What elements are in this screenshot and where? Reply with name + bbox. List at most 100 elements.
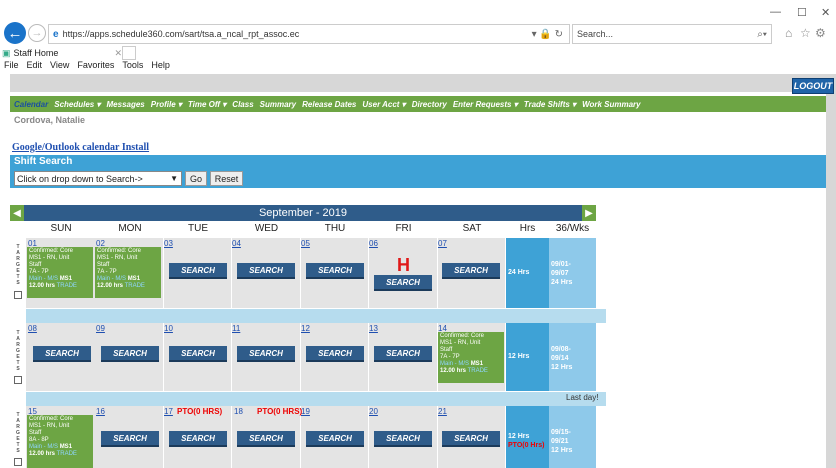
minimize-icon[interactable]: —	[770, 6, 781, 18]
date-link[interactable]: 06	[369, 239, 378, 248]
date-link[interactable]: 17	[164, 407, 173, 416]
back-icon[interactable]: ←	[4, 22, 26, 44]
tab-close-icon[interactable]: ✕	[114, 48, 122, 59]
shift-location-link[interactable]: Main - M/S	[29, 276, 58, 282]
date-link[interactable]: 10	[164, 324, 173, 333]
date-link[interactable]: 12	[301, 324, 310, 333]
date-link[interactable]: 13	[369, 324, 378, 333]
shift-search-select[interactable]: Click on drop down to Search-> ▼	[14, 171, 182, 186]
trade-link[interactable]: TRADE	[57, 283, 77, 289]
shift-card[interactable]: Confirmed: Core MS1 - RN, Unit Staff 8A …	[27, 415, 93, 468]
close-window-icon[interactable]: ✕	[821, 6, 830, 19]
week-checkbox[interactable]	[14, 458, 22, 466]
week-checkbox[interactable]	[14, 291, 22, 299]
nav-summary[interactable]: Summary	[260, 100, 296, 109]
new-tab-button[interactable]	[122, 46, 136, 60]
search-day-button[interactable]: SEARCH	[442, 263, 500, 279]
week-checkbox[interactable]	[14, 376, 22, 384]
date-link[interactable]: 09	[96, 324, 105, 333]
date-link[interactable]: 05	[301, 239, 310, 248]
nav-user-acct[interactable]: User Acct ▾	[362, 100, 405, 109]
date-link[interactable]: 03	[164, 239, 173, 248]
search-day-button[interactable]: SEARCH	[306, 431, 364, 447]
go-button[interactable]: Go	[185, 171, 207, 186]
search-day-button[interactable]: SEARCH	[374, 431, 432, 447]
browser-search-input[interactable]: Search... ⌕▾	[572, 24, 772, 44]
search-day-button[interactable]: SEARCH	[374, 275, 432, 291]
week-pto-hours: PTO(0 Hrs)	[508, 442, 545, 449]
home-icon[interactable]: ⌂	[785, 26, 792, 40]
date-link[interactable]: 11	[232, 324, 240, 333]
week-hours: 12 Hrs	[506, 323, 549, 391]
search-day-button[interactable]: SEARCH	[442, 431, 500, 447]
google-calendar-link[interactable]: Google/Outlook calendar Install	[12, 142, 149, 153]
nav-profile[interactable]: Profile ▾	[151, 100, 182, 109]
week-separator	[26, 392, 606, 406]
nav-directory[interactable]: Directory	[412, 100, 447, 109]
trade-link[interactable]: TRADE	[468, 368, 488, 374]
date-link[interactable]: 21	[438, 407, 447, 416]
nav-schedules[interactable]: Schedules ▾	[54, 100, 100, 109]
date-link[interactable]: 18	[234, 407, 243, 416]
search-day-button[interactable]: SEARCH	[306, 263, 364, 279]
shift-status: Confirmed: Core	[97, 248, 142, 254]
search-day-button[interactable]: SEARCH	[237, 431, 295, 447]
forward-icon[interactable]: →	[28, 24, 46, 42]
shift-card[interactable]: Confirmed: Core MS1 - RN, Unit Staff 7A …	[27, 247, 93, 298]
date-link[interactable]: 16	[96, 407, 105, 416]
search-day-button[interactable]: SEARCH	[101, 346, 159, 362]
menu-view[interactable]: View	[50, 60, 69, 72]
menu-help[interactable]: Help	[151, 60, 170, 72]
menu-edit[interactable]: Edit	[27, 60, 43, 72]
nav-calendar[interactable]: Calendar	[14, 100, 48, 109]
search-icon[interactable]: ⌕▾	[757, 29, 767, 40]
next-month-button[interactable]: ▶	[582, 205, 596, 221]
shift-hours: 12.00 hrs	[29, 283, 56, 289]
date-link[interactable]: 04	[232, 239, 241, 248]
browser-tab[interactable]: ▣ Staff Home ✕	[0, 46, 122, 60]
shift-location-link[interactable]: Main - M/S	[97, 276, 126, 282]
search-day-button[interactable]: SEARCH	[169, 263, 227, 279]
menu-file[interactable]: File	[4, 60, 19, 72]
nav-enter-requests[interactable]: Enter Requests ▾	[453, 100, 518, 109]
date-link[interactable]: 08	[28, 324, 37, 333]
shift-location-link[interactable]: Main - M/S	[29, 444, 58, 450]
shift-role: Staff	[440, 347, 453, 353]
nav-release-dates[interactable]: Release Dates	[302, 100, 356, 109]
week-total: 12 Hrs	[551, 447, 573, 454]
menu-favorites[interactable]: Favorites	[77, 60, 114, 72]
prev-month-button[interactable]: ◀	[10, 205, 24, 221]
shift-card[interactable]: Confirmed: Core MS1 - RN, Unit Staff 7A …	[438, 332, 504, 383]
favorites-star-icon[interactable]: ☆	[800, 26, 811, 40]
search-day-button[interactable]: SEARCH	[374, 346, 432, 362]
date-link[interactable]: 07	[438, 239, 447, 248]
shift-search-title: Shift Search	[14, 156, 73, 167]
trade-link[interactable]: TRADE	[125, 283, 145, 289]
shift-card[interactable]: Confirmed: Core MS1 - RN, Unit Staff 7A …	[95, 247, 161, 298]
menu-tools[interactable]: Tools	[122, 60, 143, 72]
nav-class[interactable]: Class	[232, 100, 253, 109]
date-link[interactable]: 20	[369, 407, 378, 416]
search-day-button[interactable]: SEARCH	[169, 346, 227, 362]
address-bar[interactable]: e https://apps.schedule360.com/sart/tsa.…	[48, 24, 570, 44]
search-day-button[interactable]: SEARCH	[237, 346, 295, 362]
shift-position: MS1 - RN, Unit	[440, 340, 481, 346]
nav-time-off[interactable]: Time Off ▾	[188, 100, 226, 109]
maximize-icon[interactable]: ☐	[797, 6, 807, 19]
nav-trade-shifts[interactable]: Trade Shifts ▾	[524, 100, 576, 109]
trade-link[interactable]: TRADE	[57, 451, 77, 457]
search-day-button[interactable]: SEARCH	[237, 263, 295, 279]
settings-gear-icon[interactable]: ⚙	[815, 26, 826, 40]
refresh-icon[interactable]: ▾ 🔒 ↻	[532, 29, 563, 40]
nav-work-summary[interactable]: Work Summary	[582, 100, 641, 109]
logout-button[interactable]: LOGOUT	[792, 78, 834, 94]
search-day-button[interactable]: SEARCH	[33, 346, 91, 362]
shift-location-link[interactable]: Main - M/S	[440, 361, 469, 367]
shift-unit: MS1	[470, 361, 484, 367]
search-day-button[interactable]: SEARCH	[101, 431, 159, 447]
search-day-button[interactable]: SEARCH	[169, 431, 227, 447]
date-link[interactable]: 19	[301, 407, 310, 416]
nav-messages[interactable]: Messages	[107, 100, 145, 109]
search-day-button[interactable]: SEARCH	[306, 346, 364, 362]
reset-button[interactable]: Reset	[210, 171, 243, 186]
